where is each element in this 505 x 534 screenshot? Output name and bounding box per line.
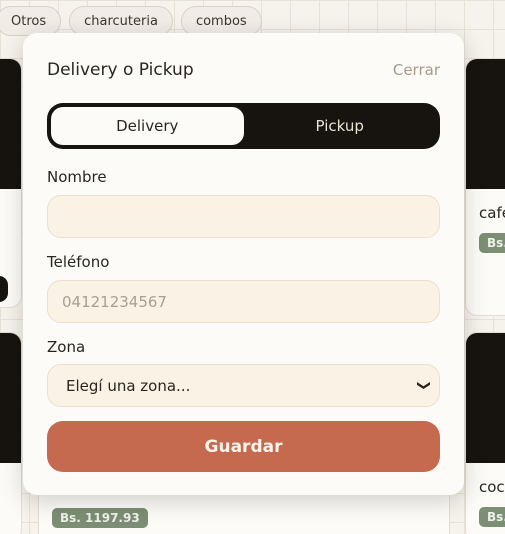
price-badge: Bs.: [479, 233, 505, 253]
delivery-modal: Delivery o Pickup Cerrar Delivery Pickup…: [23, 33, 464, 495]
name-input[interactable]: [47, 195, 440, 238]
category-chips: Otros charcuteria combos: [0, 6, 262, 36]
product-card[interactable]: cafe Bs.: [465, 58, 505, 316]
category-chip-combos[interactable]: combos: [180, 6, 262, 36]
delivery-pickup-toggle: Delivery Pickup: [47, 103, 440, 149]
product-image: [0, 333, 21, 463]
close-button[interactable]: Cerrar: [393, 61, 440, 79]
chevron-down-icon: ❯: [416, 380, 432, 391]
category-chip-charcuteria[interactable]: charcuteria: [69, 6, 173, 36]
phone-input[interactable]: [47, 280, 440, 323]
product-card[interactable]: [0, 332, 22, 534]
product-image: [0, 59, 21, 189]
product-name: coc: [479, 478, 505, 496]
product-image: [466, 333, 505, 463]
modal-title: Delivery o Pickup: [47, 60, 194, 80]
product-image: [466, 59, 505, 189]
price-badge: Bs. 1197.93: [52, 508, 148, 528]
product-name: cafe: [479, 204, 505, 222]
product-card[interactable]: [0, 58, 22, 308]
phone-label: Teléfono: [47, 253, 110, 271]
name-label: Nombre: [47, 168, 107, 186]
product-card[interactable]: coc Bs.: [465, 332, 505, 534]
category-chip-otros[interactable]: Otros: [0, 6, 62, 36]
price-badge: Bs.: [479, 507, 505, 527]
zone-label: Zona: [47, 338, 86, 356]
zone-selected-value: Elegí una zona...: [66, 376, 191, 395]
toggle-pickup[interactable]: Pickup: [244, 107, 437, 145]
zone-select[interactable]: Elegí una zona... ❯: [47, 364, 440, 407]
toggle-delivery[interactable]: Delivery: [51, 107, 244, 145]
save-button[interactable]: Guardar: [47, 421, 440, 472]
